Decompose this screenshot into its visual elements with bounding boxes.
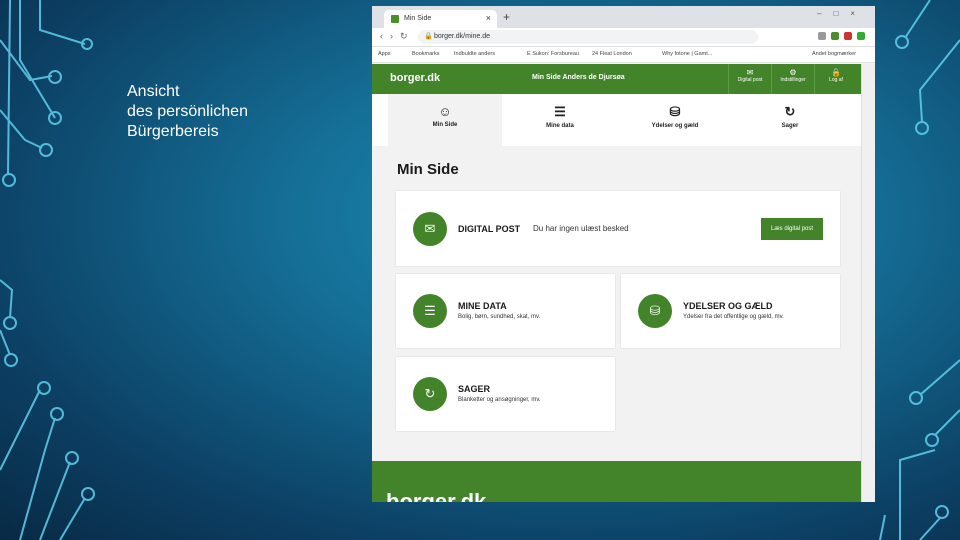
nav-ydelser[interactable]: ⛁ Ydelser og gæld — [618, 94, 732, 146]
list-icon: ☰ — [413, 294, 447, 328]
footer-logo: borger.dk — [386, 489, 487, 502]
new-tab-icon[interactable]: + — [503, 10, 510, 24]
settings-button[interactable]: ⚙ Indstillinger — [771, 64, 814, 94]
header-button-label: Log af — [829, 77, 843, 83]
page-title: Min Side — [397, 161, 459, 178]
user-icon: ☺ — [438, 104, 452, 119]
address-bar: ‹›↻ 🔒 borger.dk/mine.de — [372, 28, 875, 47]
site-header: borger.dk Min Side Anders de Djursøa ✉ D… — [372, 64, 862, 94]
card-title: YDELSER OG GÆLD — [683, 301, 773, 311]
caption-line-1: Ansicht — [127, 83, 180, 100]
bookmark-item[interactable]: Bookmarks — [412, 51, 440, 57]
caption-line-2: des persönlichen — [127, 103, 248, 120]
card-subtitle: Blanketter og ansøgninger, mv. — [458, 397, 541, 403]
sager-card[interactable]: ↻ SAGER Blanketter og ansøgninger, mv. — [396, 357, 615, 431]
card-title: DIGITAL POST — [458, 224, 521, 234]
window-controls[interactable]: –□× — [817, 9, 867, 18]
gear-icon: ⚙ — [789, 68, 797, 77]
caption-line-3: Bürgerbereis — [127, 123, 219, 140]
mail-icon: ✉ — [746, 68, 754, 77]
browser-tab[interactable]: Min Side × — [384, 10, 497, 28]
bookmark-item[interactable]: Indbuldte anders — [454, 51, 495, 57]
url-text: borger.dk/mine.de — [434, 33, 491, 40]
lock-icon: 🔒 — [831, 68, 841, 77]
nav-label: Sager — [781, 123, 799, 129]
nav-label: Ydelser og gæld — [651, 123, 699, 129]
nav-min-side[interactable]: ☺ Min Side — [388, 94, 502, 146]
card-message: Du har ingen ulæst besked — [533, 224, 629, 233]
card-subtitle: Bolig, børn, sundhed, skat, mv. — [458, 314, 541, 320]
bookmark-item[interactable]: E Sukon: Forsbureau — [527, 51, 579, 57]
header-button-label: Indstillinger — [780, 77, 806, 83]
lock-icon: 🔒 — [424, 33, 433, 40]
bookmark-item[interactable]: Apps — [378, 51, 391, 57]
nav-label: Min Side — [432, 122, 458, 128]
ydelser-card[interactable]: ⛁ YDELSER OG GÆLD Ydelser fra det offent… — [621, 274, 840, 348]
browser-tab-bar: Min Side × + –□× — [372, 6, 875, 28]
nav-sager[interactable]: ↻ Sager — [733, 94, 847, 146]
mine-data-card[interactable]: ☰ MINE DATA Bolig, børn, sundhed, skat, … — [396, 274, 615, 348]
extension-icon[interactable] — [818, 32, 826, 40]
bookmark-item[interactable]: 24 Fleat London — [592, 51, 632, 57]
browser-screenshot: Min Side × + –□× ‹›↻ 🔒 borger.dk/mine.de… — [372, 6, 875, 502]
refresh-icon: ↻ — [413, 377, 447, 411]
nav-arrows-icon[interactable]: ‹›↻ — [380, 31, 415, 42]
slide-caption: Ansicht des persönlichen Bürgerbereis — [127, 82, 327, 142]
read-digital-post-button[interactable]: Læs digital post — [761, 218, 823, 240]
tab-title: Min Side — [404, 15, 432, 22]
bookmark-item[interactable]: Why fotone | Gamt... — [662, 51, 712, 57]
extension-icon[interactable] — [844, 32, 852, 40]
refresh-icon: ↻ — [784, 104, 796, 119]
extension-icons[interactable] — [818, 32, 865, 40]
favicon-icon — [391, 15, 399, 23]
digital-post-card[interactable]: ✉ DIGITAL POST Du har ingen ulæst besked… — [396, 191, 840, 266]
extension-icon[interactable] — [831, 32, 839, 40]
card-title: SAGER — [458, 384, 491, 394]
scrollbar[interactable] — [861, 64, 875, 502]
bookmarks-bar: Apps Bookmarks Indbuldte anders E Sukon:… — [372, 47, 875, 63]
coins-icon: ⛁ — [669, 104, 681, 119]
logout-button[interactable]: 🔒 Log af — [814, 64, 857, 94]
url-field[interactable]: 🔒 borger.dk/mine.de — [418, 30, 758, 44]
extension-icon[interactable] — [857, 32, 865, 40]
nav-label: Mine data — [546, 123, 574, 129]
site-logo[interactable]: borger.dk — [390, 72, 440, 84]
header-button-label: Digital post — [737, 77, 763, 83]
coins-icon: ⛁ — [638, 294, 672, 328]
card-subtitle: Ydelser fra det offentlige og gæld, mv. — [683, 314, 784, 320]
main-nav: ☺ Min Side ☰ Mine data ⛁ Ydelser og gæld… — [372, 94, 862, 146]
site-footer: borger.dk — [372, 461, 862, 502]
nav-mine-data[interactable]: ☰ Mine data — [503, 94, 617, 146]
bookmark-item[interactable]: Andet bogmærker — [812, 51, 856, 57]
list-icon: ☰ — [554, 104, 566, 119]
header-user[interactable]: Min Side Anders de Djursøa — [532, 74, 625, 81]
mail-icon: ✉ — [413, 212, 447, 246]
tab-close-icon[interactable]: × — [486, 13, 491, 23]
card-title: MINE DATA — [458, 301, 507, 311]
digital-post-button[interactable]: ✉ Digital post — [728, 64, 771, 94]
